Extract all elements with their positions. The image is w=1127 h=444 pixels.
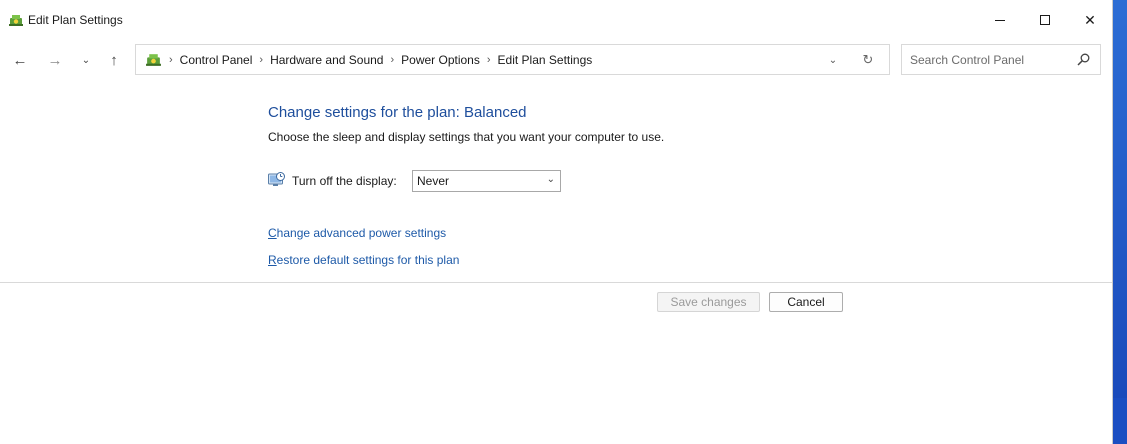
breadcrumb-control-panel[interactable]: Control Panel [180,53,253,67]
address-history-button[interactable]: ⌄ [825,52,841,68]
refresh-button[interactable]: ↻ [859,51,877,69]
breadcrumb-separator[interactable]: › [169,54,173,66]
up-button[interactable]: ↑ [102,48,126,72]
monitor-clock-icon [268,172,285,186]
breadcrumb-edit-plan-settings[interactable]: Edit Plan Settings [498,53,593,67]
close-icon: ✕ [1084,11,1096,28]
breadcrumb-power-options[interactable]: Power Options [401,53,480,67]
forward-button[interactable]: → [43,48,67,72]
turn-off-display-label: Turn off the display: [292,174,397,188]
window-title: Edit Plan Settings [28,13,123,27]
chevron-down-icon: ⌄ [828,54,838,66]
page-description: Choose the sleep and display settings th… [268,130,665,144]
breadcrumb-separator[interactable]: › [487,54,491,66]
close-button[interactable]: ✕ [1067,0,1113,40]
arrow-right-icon: → [47,51,63,69]
search-box[interactable] [901,44,1101,75]
refresh-icon: ↻ [862,52,874,67]
turn-off-display-select[interactable]: Never ⌄ [412,170,561,192]
title-bar[interactable]: Edit Plan Settings ✕ [0,0,1112,40]
address-bar[interactable]: › Control Panel › Hardware and Sound › P… [135,44,890,75]
minimize-icon [995,19,1005,21]
restore-default-settings-link[interactable]: Restore default settings for this plan [268,253,459,267]
recent-locations-button[interactable]: ⌄ [74,48,98,72]
change-advanced-power-settings-link[interactable]: Change advanced power settings [268,226,446,240]
arrow-up-icon: ↑ [110,51,118,69]
breadcrumb-separator[interactable]: › [390,54,394,66]
power-options-icon [9,15,23,26]
search-icon[interactable] [1077,53,1090,66]
minimize-button[interactable] [977,0,1023,40]
breadcrumb-separator[interactable]: › [259,54,263,66]
divider [0,282,1112,283]
maximize-button[interactable] [1022,0,1068,40]
control-panel-icon [146,54,161,66]
arrow-left-icon: ← [12,51,28,69]
edit-plan-settings-window: Edit Plan Settings ✕ ← → ⌄ ↑ › Control P… [0,0,1113,444]
desktop-background [1113,398,1127,444]
back-button[interactable]: ← [8,48,32,72]
chevron-down-icon: ⌄ [81,54,91,66]
cancel-button[interactable]: Cancel [769,292,843,312]
maximize-icon [1040,15,1050,25]
turn-off-display-value: Never [417,174,450,188]
chevron-down-icon: ⌄ [546,174,555,185]
search-input[interactable] [902,45,1067,74]
save-changes-button[interactable]: Save changes [657,292,760,312]
breadcrumb-hardware-and-sound[interactable]: Hardware and Sound [270,53,383,67]
page-title: Change settings for the plan: Balanced [268,104,527,121]
